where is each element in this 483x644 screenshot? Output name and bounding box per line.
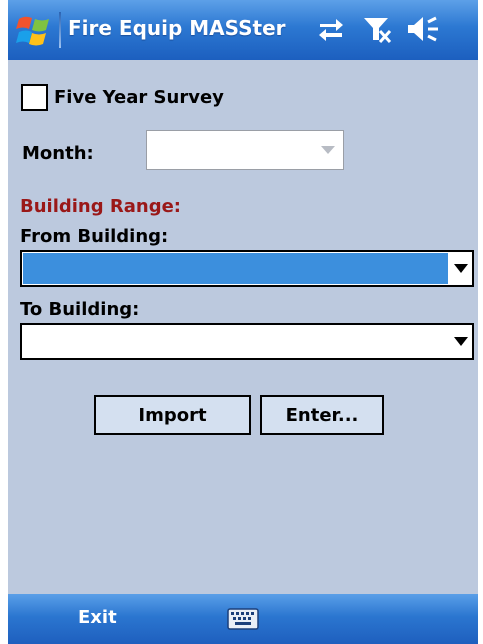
sync-icon[interactable] <box>316 14 346 44</box>
five-year-survey-label: Five Year Survey <box>54 87 224 108</box>
device-screen: Fire Equip MASSter Five Year Survey Mont… <box>8 0 478 644</box>
import-button[interactable]: Import <box>94 395 251 435</box>
chevron-down-icon <box>454 337 468 346</box>
five-year-survey-checkbox[interactable] <box>21 84 48 111</box>
title-divider <box>59 12 61 48</box>
title-bar: Fire Equip MASSter <box>8 0 478 60</box>
to-building-dropdown[interactable] <box>20 323 474 360</box>
chevron-down-icon <box>321 146 335 154</box>
windows-start-icon[interactable] <box>16 12 54 48</box>
from-building-selected-value <box>23 253 448 284</box>
month-select[interactable] <box>146 130 344 170</box>
from-building-label: From Building: <box>20 226 169 247</box>
app-title: Fire Equip MASSter <box>68 16 286 40</box>
enter-button[interactable]: Enter... <box>260 395 384 435</box>
menu-bar: Exit <box>8 594 478 644</box>
exit-softkey[interactable]: Exit <box>78 607 117 628</box>
from-building-dropdown[interactable] <box>20 250 474 287</box>
month-label: Month: <box>22 143 94 164</box>
to-building-label: To Building: <box>20 299 140 320</box>
signal-off-icon[interactable] <box>362 14 392 44</box>
volume-icon[interactable] <box>406 14 440 44</box>
chevron-down-icon <box>454 264 468 273</box>
building-range-heading: Building Range: <box>20 196 182 217</box>
keyboard-icon[interactable] <box>227 608 259 630</box>
